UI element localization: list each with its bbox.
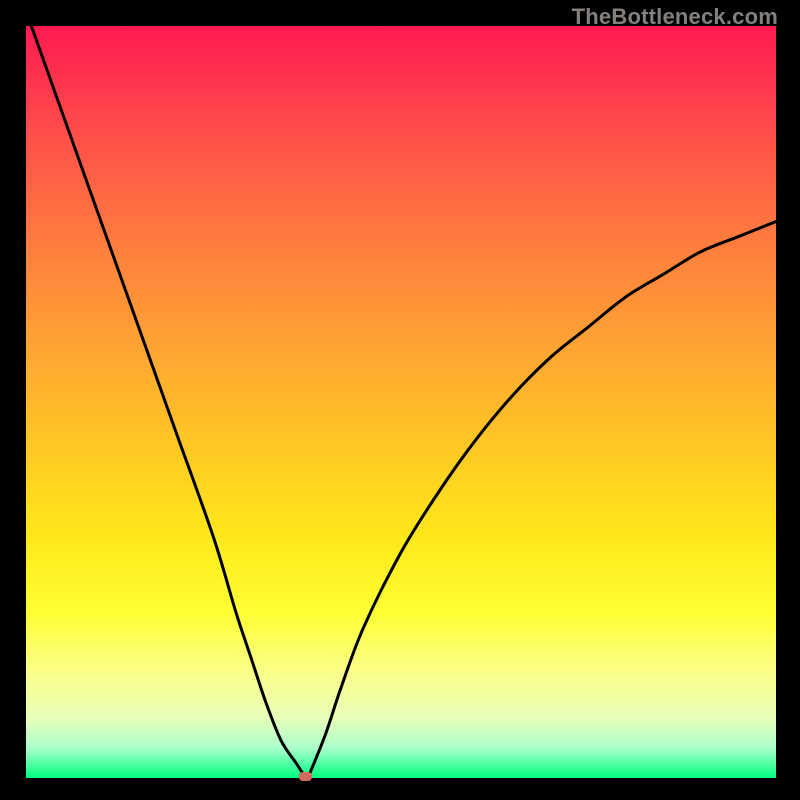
min-marker [299,772,312,781]
bottleneck-curve [26,26,776,778]
chart-area [26,26,776,778]
